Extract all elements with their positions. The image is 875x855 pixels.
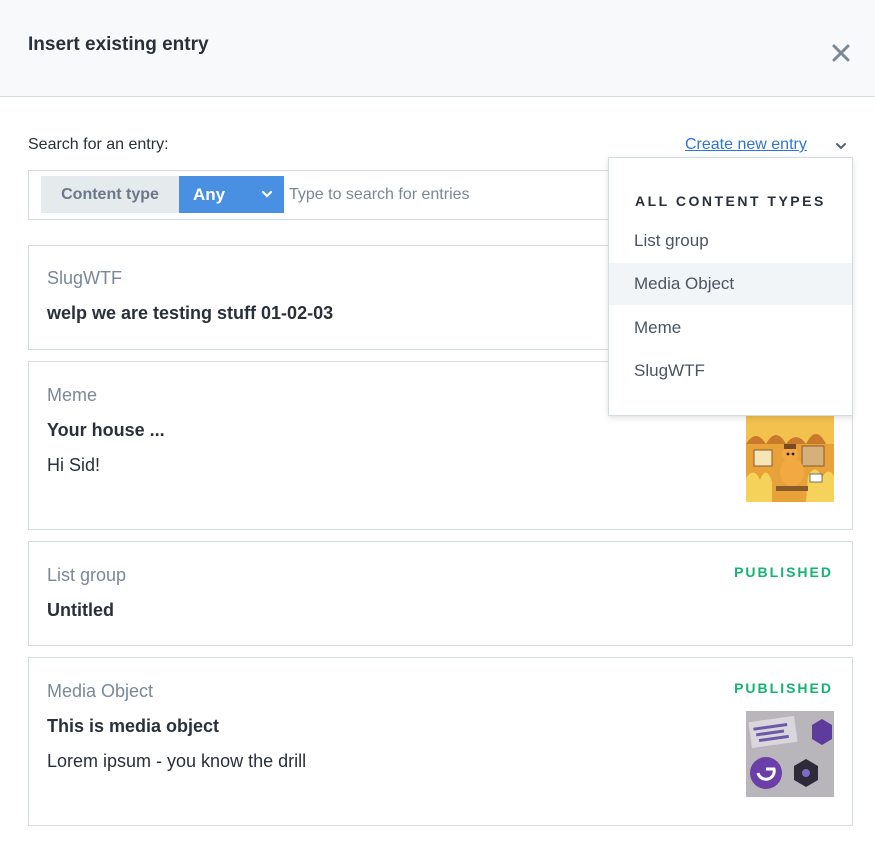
close-icon[interactable] <box>826 38 856 68</box>
content-type-dropdown: ALL CONTENT TYPES List group Media Objec… <box>608 157 853 416</box>
modal-header: Insert existing entry <box>0 0 875 97</box>
entry-thumbnail <box>746 416 834 502</box>
entry-content-type: Meme <box>47 385 98 405</box>
entry-description: Lorem ipsum - you know the drill <box>47 751 307 771</box>
dropdown-item-slugwtf[interactable]: SlugWTF <box>609 350 852 392</box>
entry-content-type: Media Object <box>47 681 154 701</box>
dropdown-heading: ALL CONTENT TYPES <box>635 193 826 209</box>
search-label: Search for an entry: <box>28 136 169 153</box>
entry-description: Hi Sid! <box>47 455 101 475</box>
entry-content-type: SlugWTF <box>47 268 123 288</box>
create-new-entry-link[interactable]: Create new entry <box>685 136 807 154</box>
entry-title: Untitled <box>47 600 114 620</box>
entry-thumbnail <box>746 711 834 797</box>
status-badge: PUBLISHED <box>734 680 833 696</box>
dropdown-item-media-object[interactable]: Media Object <box>609 263 852 305</box>
entry-title: Your house ... <box>47 420 165 440</box>
entry-card[interactable]: List group Untitled PUBLISHED <box>28 541 853 646</box>
content-type-value: Any <box>193 185 226 204</box>
content-type-select[interactable]: Any <box>179 176 284 213</box>
chevron-down-icon <box>261 190 273 198</box>
content-type-label: Content type <box>41 176 179 213</box>
entry-content-type: List group <box>47 565 127 585</box>
entry-title: welp we are testing stuff 01-02-03 <box>47 303 334 323</box>
entry-title: This is media object <box>47 716 220 736</box>
modal-title: Insert existing entry <box>28 34 209 55</box>
dropdown-item-list-group[interactable]: List group <box>609 220 852 262</box>
status-badge: PUBLISHED <box>734 564 833 580</box>
chevron-down-icon[interactable] <box>832 137 850 155</box>
search-input[interactable] <box>289 176 609 213</box>
dropdown-item-meme[interactable]: Meme <box>609 307 852 349</box>
entry-card[interactable]: Media Object This is media object Lorem … <box>28 657 853 826</box>
